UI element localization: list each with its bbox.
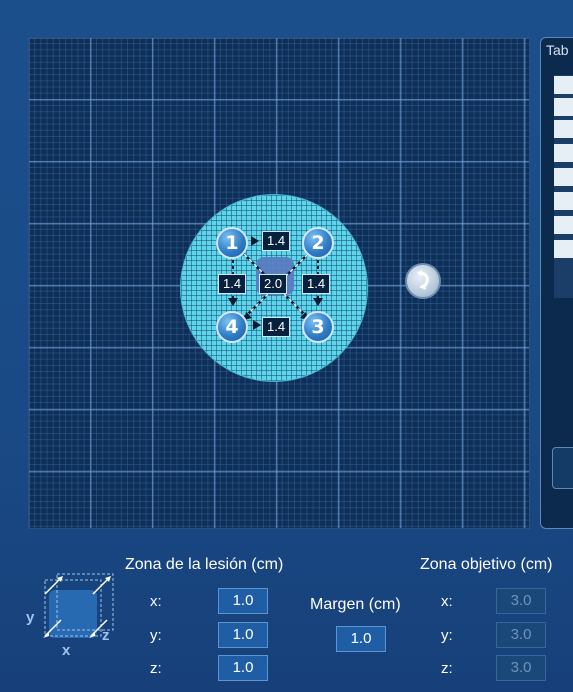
table-row[interactable] xyxy=(554,192,573,212)
distance-center: 2.0 xyxy=(259,274,288,294)
lesion-y-label: y: xyxy=(150,627,162,644)
target-y-field: 3.0 xyxy=(496,622,546,648)
margin-input[interactable]: 1.0 xyxy=(336,626,386,652)
target-z-field: 3.0 xyxy=(496,655,546,681)
table-row[interactable] xyxy=(554,76,573,96)
side-panel-button[interactable] xyxy=(552,447,573,489)
target-x-label: x: xyxy=(441,593,453,610)
target-y-label: y: xyxy=(441,627,453,644)
cube-axis-x-label: x xyxy=(62,642,71,659)
rotate-icon xyxy=(417,270,429,290)
table-row[interactable] xyxy=(554,98,573,118)
probe-point-1[interactable]: 1 xyxy=(216,227,248,259)
table-row[interactable] xyxy=(554,168,573,188)
lesion-y-input[interactable]: 1.0 xyxy=(218,622,268,648)
probe-point-4[interactable]: 4 xyxy=(216,311,248,343)
cube-axis-z-label: z xyxy=(102,627,110,644)
target-x-field: 3.0 xyxy=(496,588,546,614)
table-row[interactable] xyxy=(554,240,573,260)
lesion-x-input[interactable]: 1.0 xyxy=(218,588,268,614)
probe-point-3[interactable]: 3 xyxy=(302,311,334,343)
target-zone-title: Zona objetivo (cm) xyxy=(420,556,553,573)
rotate-button[interactable] xyxy=(405,263,441,299)
table-row[interactable] xyxy=(554,120,573,140)
distance-bottom: 1.4 xyxy=(262,317,291,337)
probe-point-2[interactable]: 2 xyxy=(302,227,334,259)
lesion-x-label: x: xyxy=(150,593,162,610)
lesion-z-label: z: xyxy=(150,660,162,677)
table-row[interactable] xyxy=(554,216,573,236)
lesion-z-input[interactable]: 1.0 xyxy=(218,655,268,681)
distance-top: 1.4 xyxy=(262,231,291,251)
cube-axis-y-label: y xyxy=(26,609,35,626)
side-panel-title: Tab xyxy=(546,42,569,58)
distance-left: 1.4 xyxy=(218,274,247,294)
margin-label: Margen (cm) xyxy=(310,596,401,613)
target-z-label: z: xyxy=(441,660,453,677)
lesion-zone-title: Zona de la lesión (cm) xyxy=(125,556,284,573)
distance-right: 1.4 xyxy=(302,274,331,294)
table-row[interactable] xyxy=(554,144,573,164)
